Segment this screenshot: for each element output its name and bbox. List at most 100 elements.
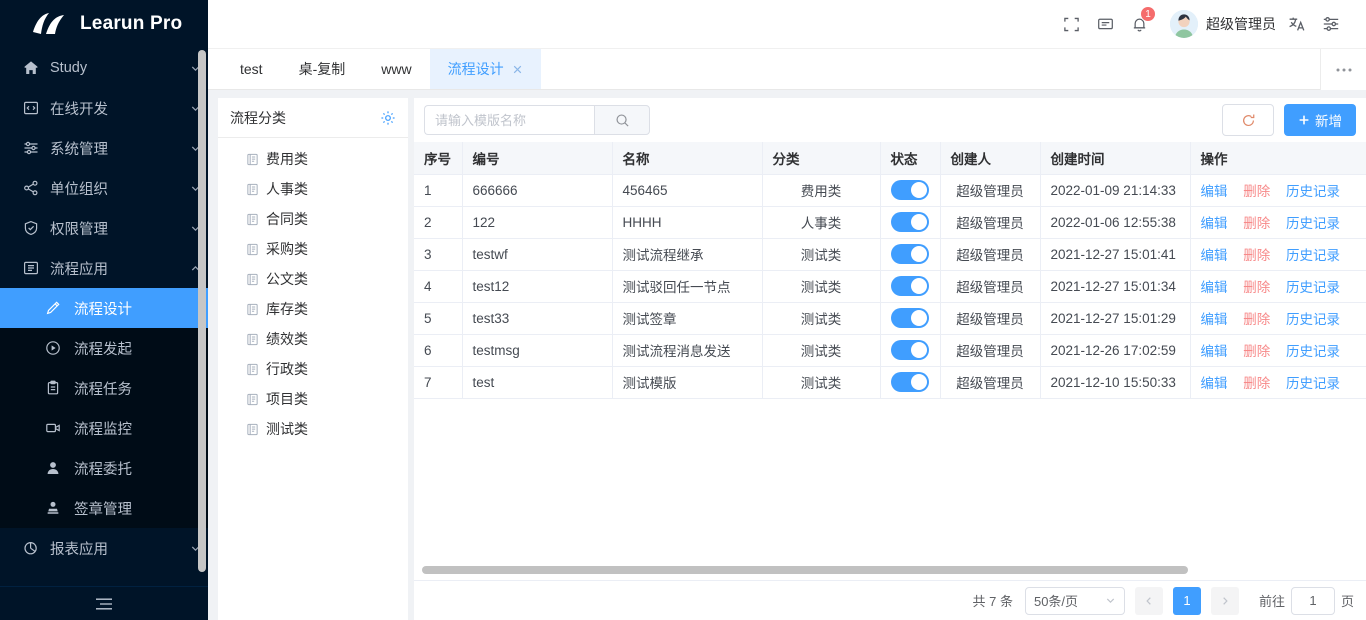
table-row[interactable]: 7 test 测试模版 测试类 超级管理员 2021-12-10 15:50:3… — [414, 366, 1366, 398]
delete-link[interactable]: 删除 — [1243, 216, 1270, 231]
table-row[interactable]: 5 test33 测试签章 测试类 超级管理员 2021-12-27 15:01… — [414, 302, 1366, 334]
tree-node[interactable]: 公文类 — [218, 264, 408, 294]
sidebar-item-system-manage[interactable]: 系统管理 — [0, 128, 208, 168]
delete-link[interactable]: 删除 — [1243, 312, 1270, 327]
cell-code: 666666 — [462, 174, 612, 206]
tab-more-button[interactable] — [1320, 49, 1366, 90]
col-header-category[interactable]: 分类 — [762, 142, 880, 174]
table-row[interactable]: 1 666666 456465 费用类 超级管理员 2022-01-09 21:… — [414, 174, 1366, 206]
col-header-state[interactable]: 状态 — [880, 142, 940, 174]
tab-www[interactable]: www — [363, 49, 429, 89]
state-toggle[interactable] — [891, 308, 929, 328]
search-input[interactable] — [424, 105, 594, 135]
sidebar-submenu-flow-app: 流程设计 流程发起 流程任务 — [0, 288, 208, 528]
cell-operations: 编辑 删除 历史记录 — [1190, 366, 1366, 398]
delete-link[interactable]: 删除 — [1243, 376, 1270, 391]
sidebar-item-flow-delegate[interactable]: 流程委托 — [0, 448, 208, 488]
tree-node[interactable]: 绩效类 — [218, 324, 408, 354]
table-row[interactable]: 4 test12 测试驳回任一节点 测试类 超级管理员 2021-12-27 1… — [414, 270, 1366, 302]
history-link[interactable]: 历史记录 — [1286, 184, 1340, 199]
history-link[interactable]: 历史记录 — [1286, 312, 1340, 327]
history-link[interactable]: 历史记录 — [1286, 376, 1340, 391]
sidebar-item-organization[interactable]: 单位组织 — [0, 168, 208, 208]
table-row[interactable]: 6 testmsg 测试流程消息发送 测试类 超级管理员 2021-12-26 … — [414, 334, 1366, 366]
state-toggle[interactable] — [891, 212, 929, 232]
state-toggle[interactable] — [891, 276, 929, 296]
sidebar-item-report-app[interactable]: 报表应用 — [0, 528, 208, 568]
tree-node[interactable]: 人事类 — [218, 174, 408, 204]
col-header-code[interactable]: 编号 — [462, 142, 612, 174]
sidebar-item-seal-manage[interactable]: 签章管理 — [0, 488, 208, 528]
delete-link[interactable]: 删除 — [1243, 280, 1270, 295]
close-icon[interactable] — [512, 64, 523, 75]
history-link[interactable]: 历史记录 — [1286, 216, 1340, 231]
page-number-1[interactable]: 1 — [1173, 587, 1201, 615]
sidebar-item-flow-app[interactable]: 流程应用 — [0, 248, 208, 288]
table-horizontal-scrollbar[interactable] — [422, 566, 1188, 574]
col-header-operations[interactable]: 操作 — [1190, 142, 1366, 174]
tree-node[interactable]: 合同类 — [218, 204, 408, 234]
state-toggle[interactable] — [891, 340, 929, 360]
edit-link[interactable]: 编辑 — [1201, 184, 1228, 199]
edit-link[interactable]: 编辑 — [1201, 312, 1228, 327]
state-toggle[interactable] — [891, 244, 929, 264]
delete-link[interactable]: 删除 — [1243, 248, 1270, 263]
add-button[interactable]: 新增 — [1284, 104, 1356, 136]
table-row[interactable]: 3 testwf 测试流程继承 测试类 超级管理员 2021-12-27 15:… — [414, 238, 1366, 270]
cell-operations: 编辑 删除 历史记录 — [1190, 206, 1366, 238]
tree-node[interactable]: 库存类 — [218, 294, 408, 324]
edit-link[interactable]: 编辑 — [1201, 344, 1228, 359]
tab-flow-design[interactable]: 流程设计 — [430, 49, 541, 89]
sidebar-scrollbar[interactable] — [198, 50, 206, 568]
cell-created: 2021-12-10 15:50:33 — [1040, 366, 1190, 398]
sidebar-item-permission[interactable]: 权限管理 — [0, 208, 208, 248]
history-link[interactable]: 历史记录 — [1286, 344, 1340, 359]
delete-link[interactable]: 删除 — [1243, 344, 1270, 359]
history-link[interactable]: 历史记录 — [1286, 280, 1340, 295]
next-page-button[interactable] — [1211, 587, 1239, 615]
state-toggle[interactable] — [891, 180, 929, 200]
prev-page-button[interactable] — [1135, 587, 1163, 615]
sidebar-scrollbar-thumb[interactable] — [198, 50, 206, 572]
settings-sliders-icon[interactable] — [1314, 7, 1348, 41]
table-row[interactable]: 2 122 HHHH 人事类 超级管理员 2022-01-06 12:55:38… — [414, 206, 1366, 238]
sidebar-item-flow-task[interactable]: 流程任务 — [0, 368, 208, 408]
sidebar-item-study[interactable]: Study — [0, 48, 208, 88]
bell-icon[interactable]: 1 — [1122, 7, 1156, 41]
sidebar-item-flow-monitor[interactable]: 流程监控 — [0, 408, 208, 448]
brand-logo[interactable]: Learun Pro — [0, 0, 208, 48]
tree-node[interactable]: 费用类 — [218, 144, 408, 174]
fullscreen-icon[interactable] — [1054, 7, 1088, 41]
sidebar-item-flow-design[interactable]: 流程设计 — [0, 288, 208, 328]
edit-link[interactable]: 编辑 — [1201, 376, 1228, 391]
page-size-select[interactable]: 50条/页 — [1025, 587, 1125, 615]
translate-icon[interactable] — [1280, 7, 1314, 41]
tree-node[interactable]: 测试类 — [218, 414, 408, 444]
tab-label: www — [381, 61, 411, 77]
tree-node[interactable]: 采购类 — [218, 234, 408, 264]
col-header-index[interactable]: 序号 — [414, 142, 462, 174]
col-header-created[interactable]: 创建时间 — [1040, 142, 1190, 174]
table-horizontal-scrollbar-thumb[interactable] — [422, 566, 1188, 574]
edit-link[interactable]: 编辑 — [1201, 248, 1228, 263]
sidebar-collapse-button[interactable] — [0, 586, 208, 620]
edit-link[interactable]: 编辑 — [1201, 280, 1228, 295]
gear-icon[interactable] — [380, 110, 396, 126]
col-header-name[interactable]: 名称 — [612, 142, 762, 174]
edit-link[interactable]: 编辑 — [1201, 216, 1228, 231]
page-jumper-input[interactable] — [1291, 587, 1335, 615]
state-toggle[interactable] — [891, 372, 929, 392]
message-icon[interactable] — [1088, 7, 1122, 41]
tree-node[interactable]: 行政类 — [218, 354, 408, 384]
tab-zhuo-copy[interactable]: 桌-复制 — [281, 49, 364, 89]
tree-node[interactable]: 项目类 — [218, 384, 408, 414]
search-button[interactable] — [594, 105, 650, 135]
sidebar-item-flow-start[interactable]: 流程发起 — [0, 328, 208, 368]
delete-link[interactable]: 删除 — [1243, 184, 1270, 199]
history-link[interactable]: 历史记录 — [1286, 248, 1340, 263]
user-menu[interactable]: 超级管理员 — [1170, 10, 1276, 38]
refresh-button[interactable] — [1222, 104, 1274, 136]
tab-test[interactable]: test — [222, 49, 281, 89]
col-header-creator[interactable]: 创建人 — [940, 142, 1040, 174]
sidebar-item-online-dev[interactable]: 在线开发 — [0, 88, 208, 128]
